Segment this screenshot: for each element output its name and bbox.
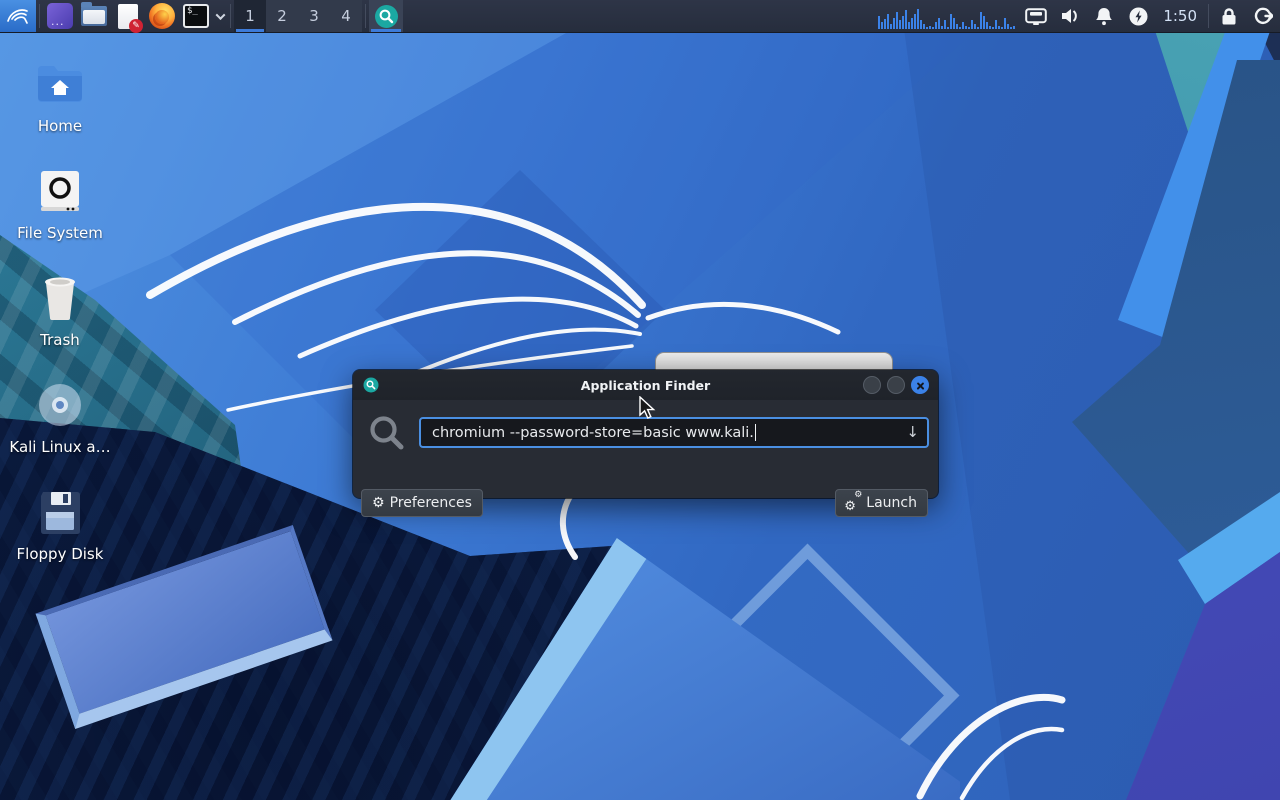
- bell-icon: [1095, 7, 1113, 26]
- desktop-icon-trash[interactable]: Trash: [8, 262, 112, 369]
- launch-gears-icon: ⚙ ⚙: [846, 495, 861, 511]
- launcher-file-manager-button[interactable]: [77, 0, 111, 32]
- workspace-4-button[interactable]: 4: [330, 0, 362, 32]
- maximize-button[interactable]: [887, 376, 905, 394]
- power-manager-tray-button[interactable]: [1121, 0, 1155, 32]
- panel-separator: [230, 4, 231, 28]
- workspace-number: 1: [245, 7, 255, 25]
- logout-button[interactable]: [1246, 0, 1280, 32]
- clipboard-tray-button[interactable]: [1019, 0, 1053, 32]
- search-query-text: chromium --password-store=basic www.kali…: [432, 425, 754, 441]
- window-title: Application Finder: [353, 378, 938, 393]
- application-finder-window: Application Finder chromium --password-s…: [353, 370, 938, 498]
- gear-icon: ⚙: [372, 495, 385, 511]
- cpu-graph[interactable]: [874, 0, 1019, 32]
- panel-separator: [1208, 4, 1209, 28]
- kali-logo-icon: [5, 3, 31, 29]
- workspace-group: 2 3 4: [266, 0, 362, 32]
- desktop-icon-label: Home: [38, 117, 82, 135]
- desktop-icon-home[interactable]: Home: [8, 48, 112, 155]
- clock[interactable]: 1:50: [1155, 0, 1205, 32]
- panel-spacer: [403, 0, 874, 32]
- desktop-icon-label: Trash: [40, 331, 80, 349]
- workspace-1-button[interactable]: 1: [234, 0, 266, 32]
- terminal-icon: $_: [183, 4, 209, 28]
- launch-label: Launch: [866, 495, 917, 511]
- chevron-down-icon: [215, 10, 225, 20]
- launcher-app-button[interactable]: [43, 0, 77, 32]
- workspace-number: 2: [277, 7, 287, 25]
- launcher-terminal-button[interactable]: $_: [179, 0, 213, 32]
- launcher-dropdown-chevron[interactable]: [213, 0, 227, 32]
- clipboard-icon: [1025, 8, 1047, 25]
- desktop-icon-label: Floppy Disk: [17, 545, 104, 563]
- taskbar-application-finder-button[interactable]: [369, 0, 403, 32]
- text-caret: [755, 424, 757, 441]
- search-icon: [367, 413, 407, 453]
- hard-drive-icon: [38, 165, 82, 217]
- home-folder-icon: [36, 58, 84, 110]
- desktop-icon-label: Kali Linux a…: [9, 438, 110, 456]
- launcher-text-editor-button[interactable]: [111, 0, 145, 32]
- clock-time: 1:50: [1163, 7, 1197, 25]
- floppy-icon: [39, 486, 81, 538]
- workspace-3-button[interactable]: 3: [298, 0, 330, 32]
- desktop-icon-file-system[interactable]: File System: [8, 155, 112, 262]
- lock-screen-button[interactable]: [1212, 0, 1246, 32]
- desktop-icon-floppy-disk[interactable]: Floppy Disk: [8, 476, 112, 583]
- app-window-icon: [47, 3, 73, 29]
- finder-search-input[interactable]: chromium --password-store=basic www.kali…: [419, 417, 929, 448]
- firefox-icon: [149, 3, 175, 29]
- disc-icon: [37, 379, 83, 431]
- application-finder-icon: [363, 377, 379, 393]
- workspace-number: 3: [309, 7, 319, 25]
- minimize-button[interactable]: [863, 376, 881, 394]
- desktop-icon-label: File System: [17, 224, 103, 242]
- top-panel: $_ 1 2 3 4: [0, 0, 1280, 33]
- file-manager-icon: [81, 6, 107, 26]
- notifications-tray-button[interactable]: [1087, 0, 1121, 32]
- desktop-icon-kali-cd[interactable]: Kali Linux a…: [8, 369, 112, 476]
- panel-separator: [365, 4, 366, 28]
- trash-icon: [38, 272, 82, 324]
- mouse-cursor: [638, 396, 660, 420]
- launch-button[interactable]: ⚙ ⚙ Launch: [835, 489, 928, 517]
- logout-icon: [1253, 6, 1273, 26]
- preferences-label: Preferences: [390, 495, 472, 511]
- panel-separator: [39, 4, 40, 28]
- close-button[interactable]: [911, 376, 929, 394]
- dropdown-arrow-icon[interactable]: ↓: [906, 423, 919, 441]
- launcher-firefox-button[interactable]: [145, 0, 179, 32]
- preferences-button[interactable]: ⚙ Preferences: [361, 489, 483, 517]
- workspace-2-button[interactable]: 2: [266, 0, 298, 32]
- applications-menu-button[interactable]: [0, 0, 36, 32]
- desktop-icon-list: Home File System Trash: [8, 48, 112, 583]
- volume-tray-button[interactable]: [1053, 0, 1087, 32]
- lock-icon: [1220, 7, 1238, 26]
- volume-icon: [1060, 7, 1080, 25]
- power-plug-icon: [1129, 7, 1148, 26]
- text-editor-icon: [118, 4, 138, 29]
- workspace-number: 4: [341, 7, 351, 25]
- application-finder-icon: [374, 4, 399, 29]
